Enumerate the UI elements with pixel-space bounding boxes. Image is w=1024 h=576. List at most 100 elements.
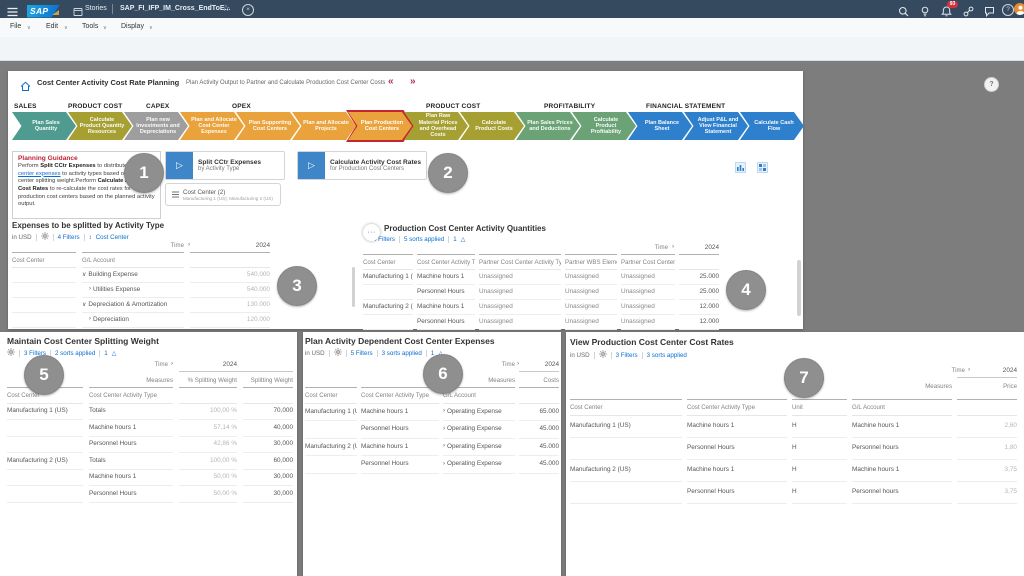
bar-chart-icon[interactable] xyxy=(735,160,746,178)
cost-rates-time-value[interactable]: 2024 xyxy=(972,367,1017,374)
value-cell[interactable]: 65.000 xyxy=(519,403,559,422)
expenses-sort-link[interactable]: Cost Center xyxy=(96,234,129,241)
flow-step-calc-product-costs[interactable]: Calculate Product Costs xyxy=(460,112,524,140)
quantities-time-value[interactable]: 2024 xyxy=(674,244,719,251)
home-icon[interactable] xyxy=(20,79,31,97)
value-cell[interactable]: 3,75 xyxy=(957,481,1017,504)
flow-step-plan-raw-material[interactable]: Plan Raw Material Prices and Overhead Co… xyxy=(404,112,468,140)
value-cell[interactable]: 30,000 xyxy=(243,485,293,503)
close-icon[interactable]: × xyxy=(242,4,254,16)
value-cell[interactable]: 120.000 xyxy=(190,312,270,328)
next-section-icon[interactable]: » xyxy=(410,76,416,87)
activity-expenses-filters-link[interactable]: 5 Filters xyxy=(351,350,373,357)
flow-step-plan-production-cc-active[interactable]: Plan Production Cost Centers xyxy=(346,110,414,142)
value-cell[interactable]: 30,000 xyxy=(243,469,293,487)
expenses-time-value[interactable]: 2024 xyxy=(190,242,270,249)
value-cell[interactable]: 3,75 xyxy=(957,459,1017,482)
expand-icon[interactable]: ∨ xyxy=(82,271,86,278)
gear-icon[interactable] xyxy=(7,348,15,358)
value-cell[interactable]: 25.000 xyxy=(679,284,719,300)
value-cell[interactable]: 45.000 xyxy=(519,438,559,457)
help-icon[interactable]: ? xyxy=(1002,4,1014,16)
activity-time-drill-icon[interactable]: › xyxy=(517,360,519,367)
split-cctr-expenses-button[interactable]: ▷ Split CCtr Expensesby Activity Type xyxy=(165,151,285,180)
cost-center-cell[interactable] xyxy=(363,284,413,300)
expand-icon[interactable]: › xyxy=(89,286,91,292)
cost-center-cell[interactable] xyxy=(570,481,682,504)
flow-step-adjust-pl[interactable]: Adjust P&L and View Financial Statement xyxy=(684,112,748,140)
activity-type-cell[interactable]: Machine hours 1 xyxy=(417,269,475,285)
cost-center-cell[interactable] xyxy=(305,420,357,439)
flow-step-plan-balance-sheet[interactable]: Plan Balance Sheet xyxy=(628,112,692,140)
expenses-filters-link[interactable]: 4 Filters xyxy=(58,234,80,241)
cost-rates-sorts-link[interactable]: 3 sorts applied xyxy=(647,352,687,359)
canvas-help-icon[interactable]: ? xyxy=(984,77,999,92)
value-cell[interactable]: 60,000 xyxy=(243,452,293,470)
cost-center-cell[interactable] xyxy=(7,485,83,503)
value-cell[interactable]: 1,80 xyxy=(957,437,1017,460)
document-title[interactable]: SAP_FI_IFP_IM_Cross_EndToE... xyxy=(120,5,230,12)
flow-step-plan-investments[interactable]: Plan new Investments and Depreciations xyxy=(124,112,188,140)
stories-label[interactable]: Stories xyxy=(85,5,107,12)
quantities-overflow-button[interactable]: ··· xyxy=(363,224,380,241)
quantities-sorts-link[interactable]: 5 sorts applied xyxy=(404,236,444,243)
expand-icon[interactable]: › xyxy=(443,461,445,467)
expand-icon[interactable]: › xyxy=(89,316,91,322)
activity-type-cell[interactable]: Machine hours 1 xyxy=(417,299,475,315)
gear-icon[interactable] xyxy=(599,350,607,360)
cost-center-cell[interactable]: Manufacturing 2 (US) xyxy=(363,299,413,315)
expand-icon[interactable]: › xyxy=(443,426,445,432)
value-cell[interactable]: 540.000 xyxy=(190,267,270,283)
cost-rates-filters-link[interactable]: 3 Filters xyxy=(616,352,638,359)
activity-type-cell[interactable]: Personnel Hours xyxy=(417,314,475,330)
value-cell[interactable]: 2,60 xyxy=(957,415,1017,438)
expand-icon[interactable]: › xyxy=(443,408,445,414)
value-cell[interactable]: 540.000 xyxy=(190,282,270,298)
cost-center-cell[interactable]: Manufacturing 1 (US) xyxy=(570,415,682,438)
quantities-flag-count[interactable]: 1 xyxy=(453,236,456,243)
cost-center-cell[interactable] xyxy=(7,419,83,437)
cost-center-cell[interactable] xyxy=(570,437,682,460)
menu-edit[interactable]: Edit xyxy=(46,23,58,30)
value-cell[interactable]: 25.000 xyxy=(679,269,719,285)
favorite-star-icon[interactable]: ☆ xyxy=(222,3,230,14)
splitting-flag-count[interactable]: 1 xyxy=(104,350,107,357)
flow-step-plan-supporting-cc[interactable]: Plan Supporting Cost Centers xyxy=(236,112,300,140)
cost-center-cell[interactable]: Manufacturing 2 (US) xyxy=(305,438,357,457)
flow-step-plan-allocate-cc-expenses[interactable]: Plan and Allocate Cost Center Expenses xyxy=(180,112,244,140)
value-cell[interactable]: 40,000 xyxy=(243,419,293,437)
flow-step-plan-sales-prices[interactable]: Plan Sales Prices and Deductions xyxy=(516,112,580,140)
menu-display[interactable]: Display xyxy=(121,23,144,30)
cost-center-cell[interactable] xyxy=(363,314,413,330)
flow-step-plan-sales-quantity[interactable]: Plan Sales Quantity xyxy=(12,112,76,140)
cost-center-cell[interactable] xyxy=(7,469,83,487)
cost-center-cell[interactable]: Manufacturing 1 (US) xyxy=(363,269,413,285)
activity-type-cell[interactable]: Personnel Hours xyxy=(417,284,475,300)
cost-center-context-chip[interactable]: Cost Center (2)Manufacturing 1 (US); Man… xyxy=(165,183,281,206)
expenses-scrollbar[interactable] xyxy=(352,267,355,307)
menu-tools[interactable]: Tools xyxy=(82,23,98,30)
value-cell[interactable]: 30,000 xyxy=(243,436,293,454)
cost-center-cell[interactable] xyxy=(7,436,83,454)
flow-step-calc-cash-flow[interactable]: Calculate Cash Flow xyxy=(740,112,804,140)
user-avatar[interactable] xyxy=(1014,3,1024,15)
value-cell[interactable]: 130.000 xyxy=(190,297,270,313)
splitting-sorts-link[interactable]: 2 sorts applied xyxy=(55,350,95,357)
value-cell[interactable]: 70,000 xyxy=(243,403,293,421)
flow-step-plan-allocate-projects[interactable]: Plan and Allocate Projects xyxy=(292,112,356,140)
menu-file[interactable]: File xyxy=(10,23,21,30)
quantities-scrollbar[interactable] xyxy=(797,260,801,316)
activity-expenses-sorts-link[interactable]: 3 sorts applied xyxy=(382,350,422,357)
cost-center-cell[interactable]: Manufacturing 1 (US) xyxy=(7,403,83,421)
gear-icon[interactable] xyxy=(334,348,342,358)
doc-title-caret-icon[interactable]: ∨ xyxy=(208,6,212,12)
cost-center-cell[interactable] xyxy=(305,455,357,474)
value-cell[interactable]: 45.000 xyxy=(519,455,559,474)
value-cell[interactable]: 45.000 xyxy=(519,420,559,439)
gear-icon[interactable] xyxy=(41,232,49,242)
value-cell[interactable]: 12.000 xyxy=(679,314,719,330)
prev-section-icon[interactable]: « xyxy=(388,76,394,87)
flow-step-calc-product-profitability[interactable]: Calculate Product Profitability xyxy=(572,112,636,140)
cost-center-cell[interactable]: Manufacturing 2 (US) xyxy=(7,452,83,470)
cost-rates-time-drill-icon[interactable]: › xyxy=(968,366,970,373)
